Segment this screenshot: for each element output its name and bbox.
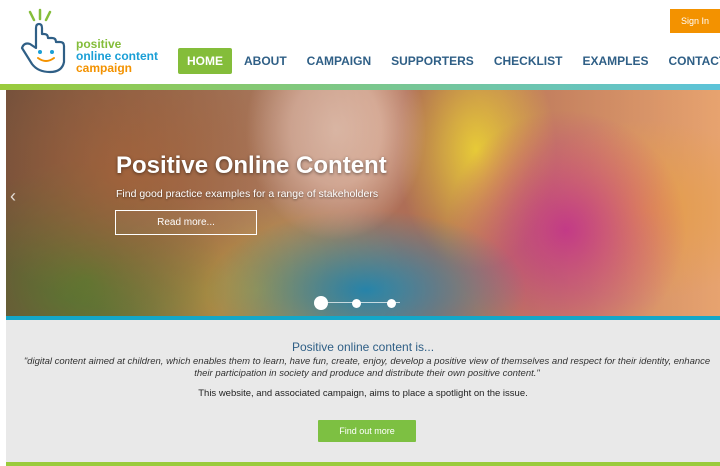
nav-item-checklist[interactable]: CHECKLIST (484, 48, 573, 74)
find-out-more-button[interactable]: Find out more (318, 420, 416, 442)
read-more-button[interactable]: Read more... (115, 210, 257, 235)
site-header: positive online content campaign Sign In… (0, 0, 720, 84)
intro-note: This website, and associated campaign, a… (198, 388, 528, 399)
hero-slider: ‹ Positive Online Content Find good prac… (6, 90, 720, 316)
page: positive online content campaign Sign In… (0, 0, 720, 466)
hero-title: Positive Online Content (116, 152, 387, 179)
hero-subtitle: Find good practice examples for a range … (116, 188, 379, 200)
nav-item-contact-us[interactable]: CONTACT US (659, 48, 720, 74)
slide-pagination (312, 296, 412, 310)
nav-item-campaign[interactable]: CAMPAIGN (297, 48, 381, 74)
intro-section: Positive online content is... "digital c… (6, 320, 720, 466)
intro-quote: "digital content aimed at children, whic… (23, 356, 711, 379)
nav-item-about[interactable]: ABOUT (234, 48, 297, 74)
logo-text: positive online content campaign (76, 38, 158, 74)
chevron-left-icon[interactable]: ‹ (10, 186, 16, 207)
logo-line-3: campaign (76, 61, 133, 75)
site-logo[interactable]: positive online content campaign (16, 8, 176, 78)
intro-title: Positive online content is... (291, 340, 435, 354)
nav-item-home[interactable]: HOME (178, 48, 232, 74)
main-nav: HOME ABOUT CAMPAIGN SUPPORTERS CHECKLIST… (178, 48, 720, 74)
nav-item-examples[interactable]: EXAMPLES (572, 48, 658, 74)
slide-dot-icon[interactable] (352, 299, 361, 308)
hand-pointer-logo-icon (20, 8, 66, 74)
nav-item-supporters[interactable]: SUPPORTERS (381, 48, 484, 74)
slide-dot-icon[interactable] (387, 299, 396, 308)
sign-in-button[interactable]: Sign In (670, 9, 720, 33)
footer-divider (6, 462, 720, 466)
hero-image-overlay (6, 90, 720, 316)
slide-dot-icon[interactable] (314, 296, 328, 310)
